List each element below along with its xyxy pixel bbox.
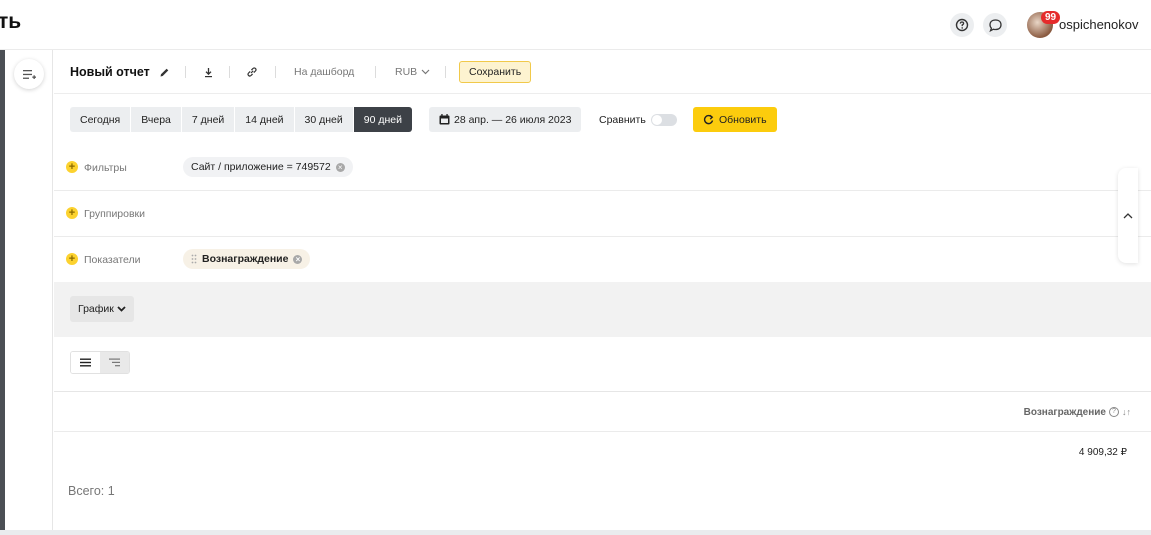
period-yesterday-button[interactable]: Вчера xyxy=(131,107,182,132)
list-icon xyxy=(80,358,91,367)
download-button[interactable] xyxy=(201,65,215,79)
remove-metric-icon[interactable]: × xyxy=(293,254,303,264)
pencil-icon xyxy=(160,68,168,76)
remove-filter-icon[interactable]: × xyxy=(335,162,345,172)
tree-view-button[interactable] xyxy=(100,352,129,373)
chart-type-dropdown[interactable]: График xyxy=(70,296,134,322)
report-title: Новый отчет xyxy=(70,65,150,79)
reward-total-value: 4 909,32 ₽ xyxy=(1078,447,1127,458)
divider xyxy=(229,66,230,78)
left-sidebar xyxy=(5,50,53,530)
chevron-up-icon xyxy=(1123,212,1133,218)
metrics-row: + Показатели Вознаграждение × xyxy=(54,237,1151,282)
divider xyxy=(445,66,446,78)
table-view-toggle xyxy=(70,351,130,374)
flat-view-button[interactable] xyxy=(71,352,100,373)
page-bottom-bar xyxy=(0,530,1151,535)
add-to-dashboard-link[interactable]: На дашборд xyxy=(294,66,354,78)
sidebar-toggle-button[interactable] xyxy=(14,59,44,89)
download-icon xyxy=(204,67,212,77)
compare-label: Сравнить xyxy=(599,114,646,126)
period-7-days-button[interactable]: 7 дней xyxy=(181,107,236,132)
collapse-settings-button[interactable] xyxy=(1118,168,1138,263)
visualization-bar: График xyxy=(54,282,1151,337)
compare-toggle[interactable] xyxy=(651,114,677,126)
notification-badge: 99 xyxy=(1041,11,1060,24)
top-bar: ть 99 ospichenokov xyxy=(0,0,1151,50)
divider xyxy=(185,66,186,78)
groupings-label: Группировки xyxy=(84,208,146,220)
filter-chip-text: Сайт / приложение = 749572 xyxy=(191,161,331,173)
calendar-icon xyxy=(439,114,450,125)
date-range-text: 28 апр. — 26 июля 2023 xyxy=(454,113,572,126)
metric-chip[interactable]: Вознаграждение × xyxy=(183,249,311,269)
help-icon xyxy=(955,18,969,32)
refresh-button[interactable]: Обновить xyxy=(693,107,777,132)
metric-chip-text: Вознаграждение xyxy=(202,253,289,265)
groupings-row: + Группировки xyxy=(54,191,1151,237)
add-grouping-button[interactable]: + xyxy=(66,207,78,219)
chevron-down-icon xyxy=(421,69,430,75)
period-30-days-button[interactable]: 30 дней xyxy=(294,107,354,132)
chat-button[interactable] xyxy=(983,13,1007,37)
edit-title-button[interactable] xyxy=(157,65,171,79)
copy-link-button[interactable] xyxy=(245,65,259,79)
add-metric-button[interactable]: + xyxy=(66,253,78,265)
refresh-icon xyxy=(703,114,714,125)
brand-title: ть xyxy=(0,10,22,33)
filter-chip[interactable]: Сайт / приложение = 749572 × xyxy=(183,157,353,177)
add-filter-button[interactable]: + xyxy=(66,161,78,173)
help-button[interactable] xyxy=(950,13,974,37)
chat-icon xyxy=(988,18,1002,32)
help-icon[interactable]: ? xyxy=(1109,407,1119,417)
metrics-label: Показатели xyxy=(84,254,141,266)
column-header-icons: ? ↓↑ xyxy=(1109,407,1131,417)
filters-row: + Фильтры Сайт / приложение = 749572 × xyxy=(54,144,1151,191)
column-header-reward[interactable]: Вознаграждение xyxy=(1024,407,1106,418)
tree-list-icon xyxy=(109,358,120,367)
link-icon xyxy=(247,67,257,77)
chart-type-label: График xyxy=(78,303,114,315)
list-settings-icon xyxy=(22,69,36,79)
period-90-days-button[interactable]: 90 дней xyxy=(353,107,412,132)
report-toolbar: Новый отчет На дашборд RUB Сохранить xyxy=(54,50,1151,94)
filters-label: Фильтры xyxy=(84,162,127,174)
date-range-picker[interactable]: 28 апр. — 26 июля 2023 xyxy=(429,107,582,132)
total-count: Всего: 1 xyxy=(68,484,115,498)
period-today-button[interactable]: Сегодня xyxy=(70,107,132,132)
save-button[interactable]: Сохранить xyxy=(459,61,532,83)
period-bar: Сегодня Вчера 7 дней 14 дней 30 дней 90 … xyxy=(54,94,1151,144)
drag-handle-icon[interactable] xyxy=(191,254,197,264)
chevron-down-icon xyxy=(117,306,126,312)
divider xyxy=(375,66,376,78)
table-header: Вознаграждение ? ↓↑ xyxy=(54,391,1151,432)
period-14-days-button[interactable]: 14 дней xyxy=(235,107,295,132)
divider xyxy=(275,66,276,78)
report-main: Новый отчет На дашборд RUB Сохранить Сег… xyxy=(54,50,1151,530)
currency-value: RUB xyxy=(395,66,418,78)
refresh-label: Обновить xyxy=(719,113,767,126)
sort-icon[interactable]: ↓↑ xyxy=(1122,407,1131,417)
period-selector: Сегодня Вчера 7 дней 14 дней 30 дней 90 … xyxy=(70,107,412,132)
currency-select[interactable]: RUB xyxy=(395,66,430,78)
username[interactable]: ospichenokov xyxy=(1059,17,1139,32)
